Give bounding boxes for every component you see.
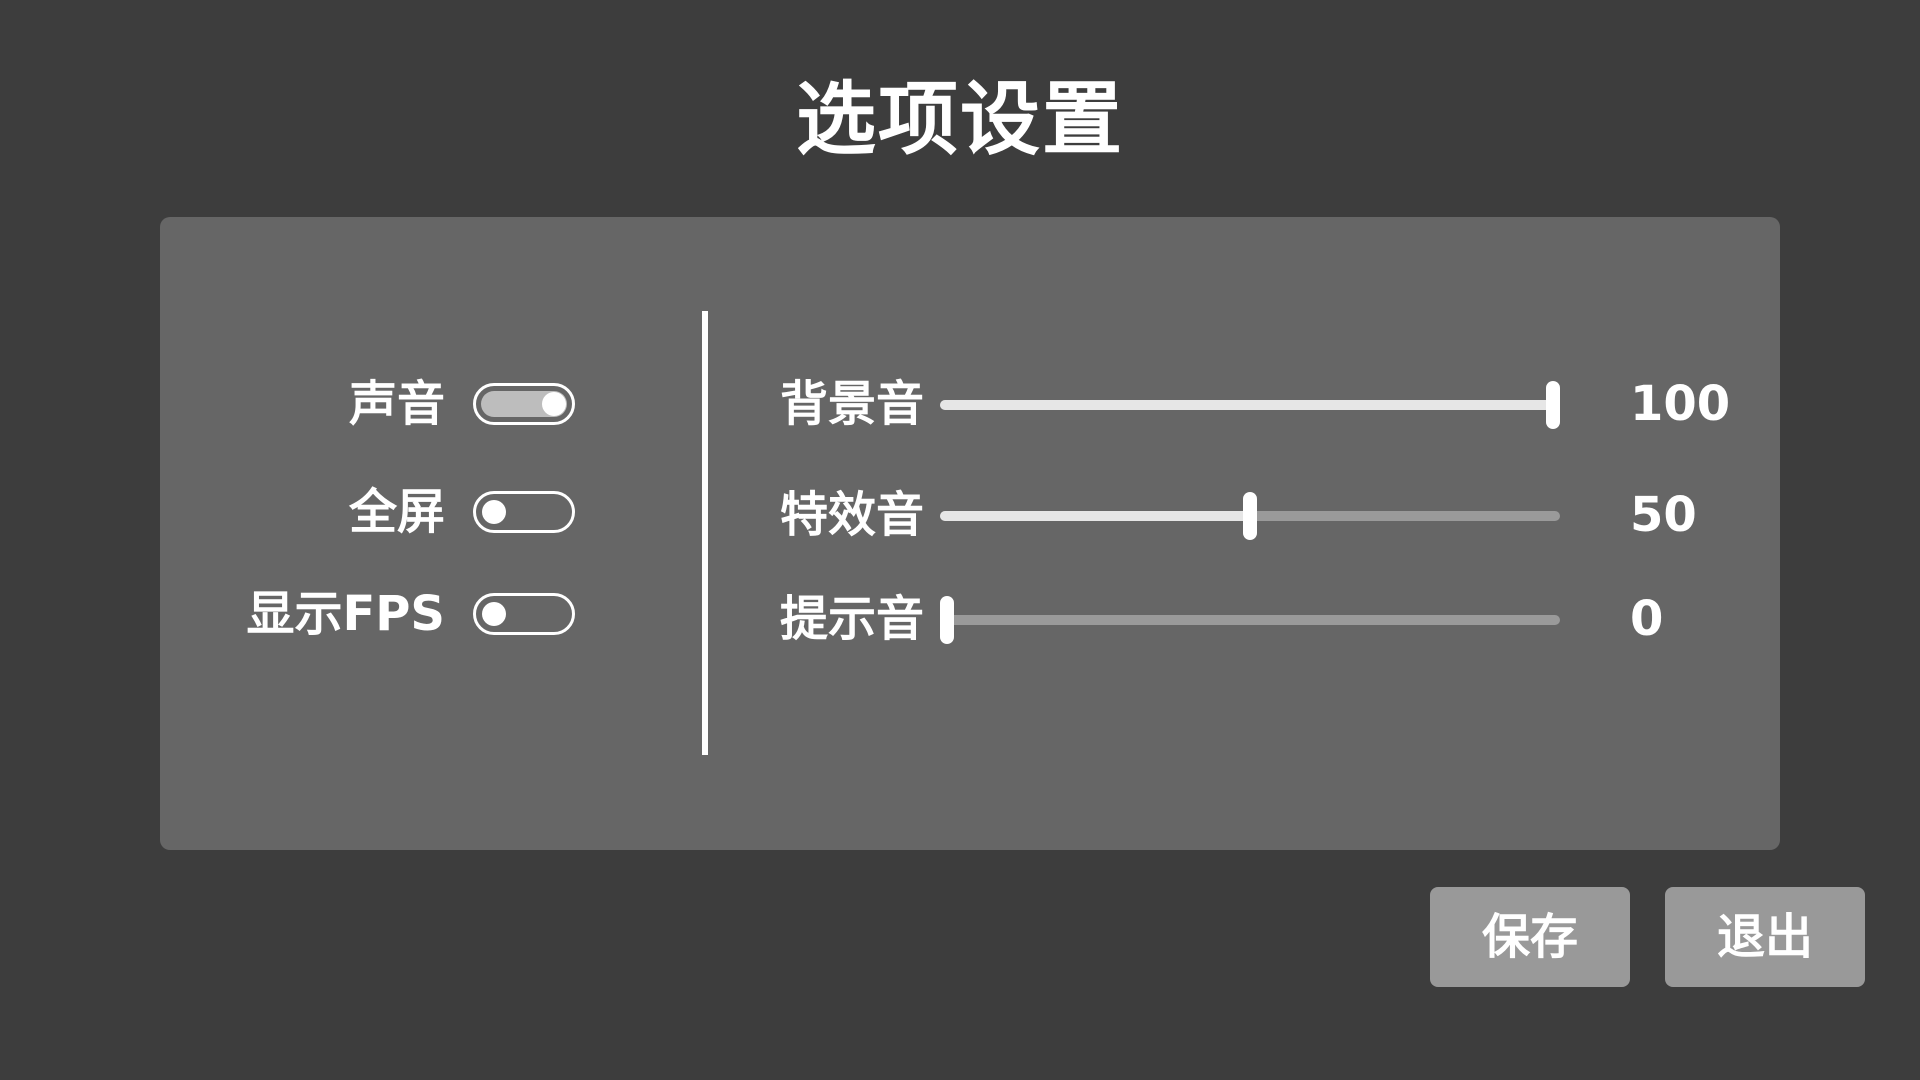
exit-button[interactable]: 退出 xyxy=(1665,887,1865,987)
toggle-knob xyxy=(482,500,506,524)
bgm-value: 100 xyxy=(1630,376,1731,432)
slider-track xyxy=(940,615,1560,625)
column-divider xyxy=(702,311,708,755)
slider-row-bgm: 背景音 100 xyxy=(780,374,1760,434)
fullscreen-toggle[interactable] xyxy=(473,491,575,533)
slider-row-sfx: 特效音 50 xyxy=(780,485,1760,545)
toggle-row-fullscreen: 全屏 xyxy=(160,482,700,542)
slider-row-hint: 提示音 0 xyxy=(780,589,1760,649)
hint-value: 0 xyxy=(1630,591,1664,647)
sound-label: 声音 xyxy=(348,376,445,432)
settings-panel: 声音 全屏 显示FPS 背景音 100 特效音 50 提示音 0 xyxy=(160,217,1780,850)
bgm-volume-slider[interactable] xyxy=(940,374,1560,434)
save-button[interactable]: 保存 xyxy=(1430,887,1630,987)
options-screen: 选项设置 声音 全屏 显示FPS 背景音 100 特效音 50 提示音 0 保存… xyxy=(0,0,1920,1080)
toggle-knob xyxy=(482,602,506,626)
slider-thumb[interactable] xyxy=(1546,381,1560,429)
slider-fill xyxy=(940,511,1250,521)
sfx-value: 50 xyxy=(1630,487,1697,543)
slider-thumb[interactable] xyxy=(1243,492,1257,540)
toggle-row-sound: 声音 xyxy=(160,374,700,434)
hint-sound-label: 提示音 xyxy=(780,591,925,647)
slider-fill xyxy=(940,400,1553,410)
sfx-volume-slider[interactable] xyxy=(940,485,1560,545)
sfx-label: 特效音 xyxy=(780,487,925,543)
show-fps-label: 显示FPS xyxy=(246,586,445,642)
fullscreen-label: 全屏 xyxy=(348,484,445,540)
bgm-label: 背景音 xyxy=(780,376,925,432)
sound-toggle[interactable] xyxy=(473,383,575,425)
page-title: 选项设置 xyxy=(796,73,1124,166)
slider-thumb[interactable] xyxy=(940,596,954,644)
toggle-knob xyxy=(542,392,566,416)
show-fps-toggle[interactable] xyxy=(473,593,575,635)
toggle-row-show-fps: 显示FPS xyxy=(160,584,700,644)
hint-volume-slider[interactable] xyxy=(940,589,1560,649)
